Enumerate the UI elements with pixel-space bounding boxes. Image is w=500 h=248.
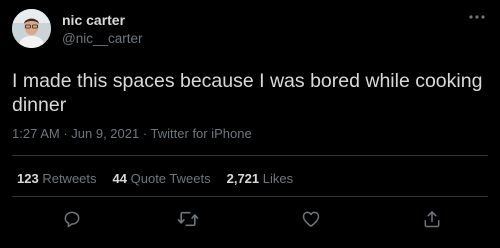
tweet-meta: 1:27 AM · Jun 9, 2021 · Twitter for iPho… [12,126,252,141]
quote-tweets-count: 44 [112,171,127,186]
more-options-icon[interactable] [466,10,488,24]
tweet-stats: 123 Retweets 44 Quote Tweets 2,721 Likes [17,171,293,186]
retweet-icon [177,211,199,227]
tweet-text: I made this spaces because I was bored w… [12,70,483,116]
avatar[interactable] [12,9,51,48]
tweet-source[interactable]: Twitter for iPhone [151,126,252,141]
meta-separator: · [139,126,151,141]
tweet-date[interactable]: Jun 9, 2021 [71,126,139,141]
retweets-count: 123 [17,171,39,186]
user-avatar-icon [12,9,51,48]
author-handle[interactable]: @nic__carter [62,31,143,46]
quote-tweets-stat[interactable]: 44 Quote Tweets [113,171,211,186]
divider [12,196,488,197]
share-icon [424,211,440,228]
likes-stat[interactable]: 2,721 Likes [227,171,294,186]
share-button[interactable] [419,206,445,232]
retweet-button[interactable] [175,206,201,232]
retweets-stat[interactable]: 123 Retweets [17,171,97,186]
quote-tweets-label: Quote Tweets [130,171,211,186]
retweets-label: Retweets [42,171,97,186]
reply-button[interactable] [59,206,85,232]
tweet-time[interactable]: 1:27 AM [12,126,60,141]
meta-separator: · [59,126,72,141]
likes-count: 2,721 [226,171,260,186]
tweet-container: nic carter @nic__carter I made this spac… [0,0,500,248]
divider [12,155,488,156]
reply-icon [64,211,80,228]
like-button[interactable] [298,206,324,232]
tweet-actions [0,206,500,232]
author-name[interactable]: nic carter [62,12,125,28]
like-icon [302,211,320,227]
likes-label: Likes [262,171,294,186]
